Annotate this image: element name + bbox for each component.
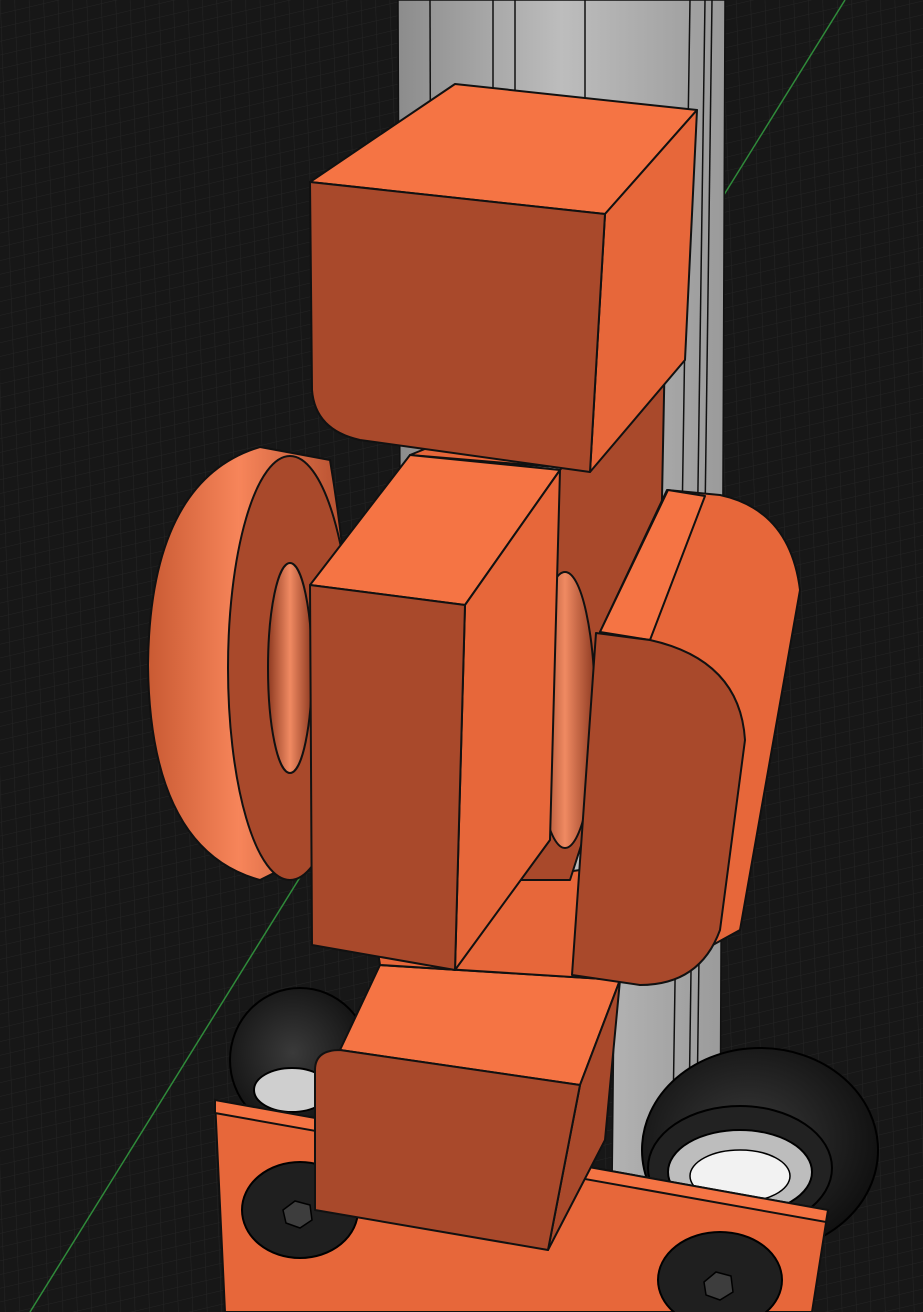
model-view bbox=[0, 0, 923, 1312]
top-block bbox=[309, 83, 698, 473]
cad-viewport[interactable] bbox=[0, 0, 923, 1312]
